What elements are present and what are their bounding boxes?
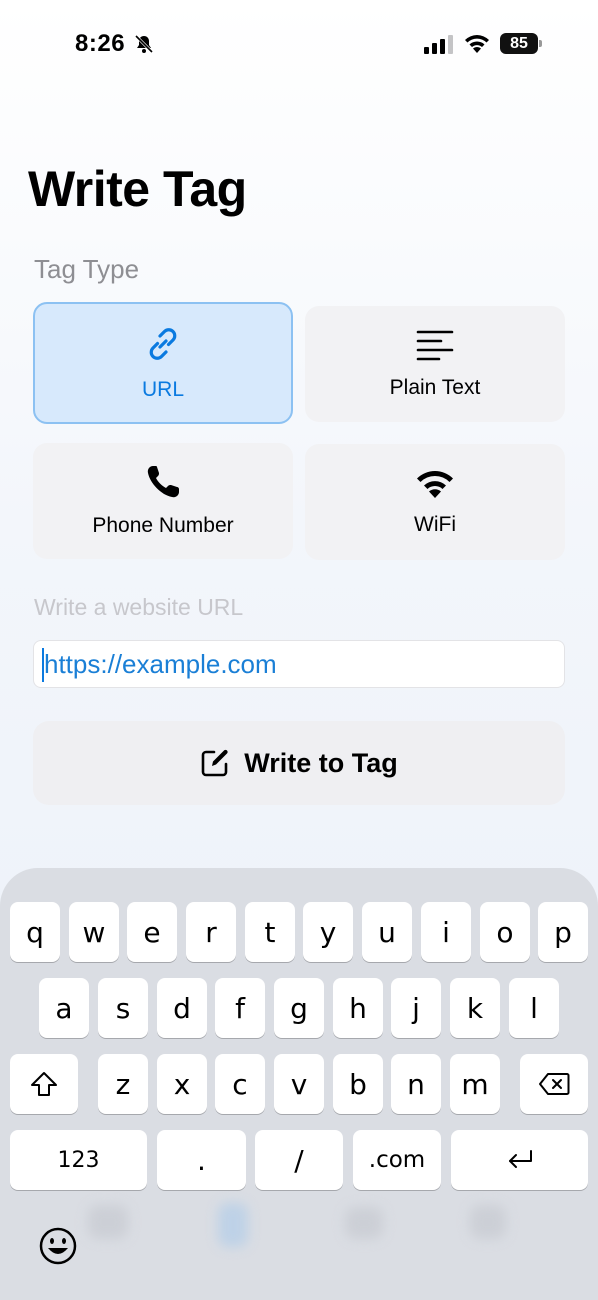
tag-type-url-card[interactable]: URL [33,302,293,424]
key-u[interactable]: u [362,902,412,962]
key-z[interactable]: z [98,1054,148,1114]
key-w[interactable]: w [69,902,119,962]
key-j[interactable]: j [391,978,441,1038]
key-p[interactable]: p [538,902,588,962]
key-m[interactable]: m [450,1054,500,1114]
emoji-icon[interactable] [38,1226,78,1266]
key-e[interactable]: e [127,902,177,962]
key-i[interactable]: i [421,902,471,962]
page-title: Write Tag [28,161,247,217]
text-cursor [42,648,44,682]
compose-icon [201,749,228,777]
key-a[interactable]: a [39,978,89,1038]
key-o[interactable]: o [480,902,530,962]
write-to-tag-label: Write to Tag [244,747,398,778]
status-time: 8:26 [75,30,126,57]
shift-icon [31,1072,57,1096]
key-g[interactable]: g [274,978,324,1038]
key-l[interactable]: l [509,978,559,1038]
text-lines-icon [416,330,454,361]
key-dotcom[interactable]: .com [353,1130,441,1190]
return-icon [508,1150,532,1168]
battery-level: 85 [500,33,538,54]
key-q[interactable]: q [10,902,60,962]
tag-type-phone-card[interactable]: Phone Number [33,443,293,559]
tag-type-label-phone: Phone Number [92,514,234,537]
key-f[interactable]: f [215,978,265,1038]
tag-type-label-plain-text: Plain Text [389,376,481,399]
tag-type-label-wifi: WiFi [414,513,456,536]
return-key[interactable] [451,1130,588,1190]
blurred-tab-icon [218,1203,248,1247]
phone-icon [147,466,179,498]
numbers-key[interactable]: 123 [10,1130,147,1190]
key-slash[interactable]: / [255,1130,343,1190]
key-h[interactable]: h [333,978,383,1038]
key-s[interactable]: s [98,978,148,1038]
key-k[interactable]: k [450,978,500,1038]
blurred-tab-icon [470,1205,506,1239]
bell-slash-icon [134,34,154,54]
key-d[interactable]: d [157,978,207,1038]
shift-key[interactable] [10,1054,78,1114]
link-icon [149,328,177,360]
key-v[interactable]: v [274,1054,324,1114]
tag-type-label-url: URL [141,378,184,401]
tag-type-wifi-card[interactable]: WiFi [305,444,565,560]
key-dot[interactable]: . [157,1130,246,1190]
key-t[interactable]: t [245,902,295,962]
backspace-icon [539,1073,570,1095]
cellular-signal-icon [424,35,453,54]
url-input[interactable]: https://example.com [33,640,565,688]
write-to-tag-button[interactable]: Write to Tag [33,721,565,805]
key-y[interactable]: y [303,902,353,962]
battery-indicator: 85 [500,33,544,54]
key-c[interactable]: c [215,1054,265,1114]
blurred-tab-icon [345,1207,383,1239]
status-bar: 8:26 85 [0,0,598,90]
battery-nub [539,40,542,47]
key-n[interactable]: n [391,1054,441,1114]
blurred-tab-bar [0,1195,598,1300]
key-r[interactable]: r [186,902,236,962]
blurred-tab-icon [88,1205,128,1239]
wifi-icon [417,471,453,498]
wifi-status-icon [465,35,489,53]
key-b[interactable]: b [333,1054,383,1114]
delete-key[interactable] [520,1054,588,1114]
url-field-label: Write a website URL [34,594,244,620]
tag-type-label: Tag Type [34,254,140,284]
tag-type-plain-text-card[interactable]: Plain Text [305,306,565,422]
key-x[interactable]: x [157,1054,207,1114]
